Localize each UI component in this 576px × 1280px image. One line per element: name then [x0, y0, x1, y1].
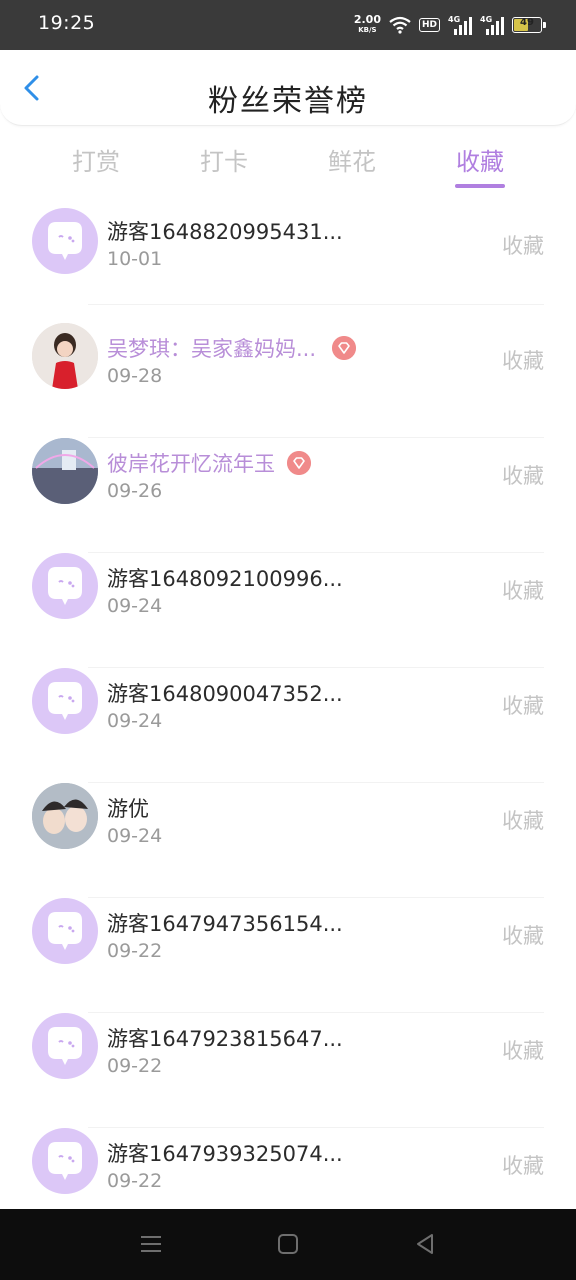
list-item[interactable]: 游优 09-24 收藏: [0, 783, 576, 898]
user-photo-icon: [32, 323, 98, 389]
chat-bubble-icon: [48, 912, 82, 950]
chat-bubble-icon: [48, 222, 82, 260]
list-item[interactable]: 游客1648820995431... 10-01 收藏: [0, 208, 576, 323]
vip-diamond-icon: [332, 336, 356, 360]
list-item[interactable]: 游客1648092100996... 09-24 收藏: [0, 553, 576, 668]
home-icon[interactable]: [275, 1231, 301, 1257]
chat-bubble-icon: [48, 1142, 82, 1180]
active-tab-indicator: [455, 184, 505, 188]
user-photo-icon: [32, 783, 98, 849]
system-nav-bar: [0, 1209, 576, 1280]
action-label: 收藏: [502, 234, 544, 258]
status-icons: 2.00 KB/S HD 4G 4G 49: [354, 12, 546, 38]
vip-diamond-icon: [287, 451, 311, 475]
header: 粉丝荣誉榜: [0, 50, 576, 126]
avatar: [32, 668, 98, 734]
user-name: 游客1647923815647...: [107, 1027, 343, 1051]
date: 09-22: [107, 940, 163, 962]
date: 10-01: [107, 248, 163, 270]
hd-icon: HD: [418, 18, 440, 32]
action-label: 收藏: [502, 924, 544, 948]
user-name: 吴梦琪：吴家鑫妈妈...: [107, 337, 317, 361]
signal-icon-1: 4G: [448, 15, 472, 35]
avatar: [32, 898, 98, 964]
chat-bubble-icon: [48, 567, 82, 605]
avatar: [32, 1128, 98, 1194]
battery-level: 49: [520, 17, 534, 28]
user-name: 游客1648092100996...: [107, 567, 343, 591]
date: 09-26: [107, 480, 163, 502]
date: 09-22: [107, 1170, 163, 1192]
chat-bubble-icon: [48, 1027, 82, 1065]
menu-icon[interactable]: [138, 1231, 164, 1257]
network-speed: 2.00 KB/S: [354, 14, 381, 35]
user-photo-icon: [32, 438, 98, 504]
tab-bar: 打赏 打卡 鲜花 收藏: [0, 134, 576, 196]
signal-icon-2: 4G: [480, 15, 504, 35]
action-label: 收藏: [502, 464, 544, 488]
date: 09-24: [107, 595, 163, 617]
date: 09-24: [107, 710, 163, 732]
action-label: 收藏: [502, 694, 544, 718]
list-item[interactable]: 吴梦琪：吴家鑫妈妈... 09-28 收藏: [0, 323, 576, 438]
user-name: 彼岸花开忆流年玉: [107, 452, 275, 476]
action-label: 收藏: [502, 1154, 544, 1178]
list-item[interactable]: 游客1647947356154... 09-22 收藏: [0, 898, 576, 1013]
list-item[interactable]: 游客1647923815647... 09-22 收藏: [0, 1013, 576, 1128]
wifi-icon: [389, 16, 411, 34]
tab-checkin[interactable]: 打卡: [184, 142, 264, 177]
page-title: 粉丝荣誉榜: [208, 84, 368, 119]
action-label: 收藏: [502, 579, 544, 603]
status-bar: 19:25 2.00 KB/S HD 4G 4G 49: [0, 0, 576, 50]
date: 09-22: [107, 1055, 163, 1077]
back-icon[interactable]: [412, 1231, 438, 1257]
tab-flowers[interactable]: 鲜花: [312, 142, 392, 177]
tab-tip[interactable]: 打赏: [56, 142, 136, 177]
avatar: [32, 438, 98, 504]
action-label: 收藏: [502, 1039, 544, 1063]
date: 09-24: [107, 825, 163, 847]
avatar: [32, 323, 98, 389]
action-label: 收藏: [502, 349, 544, 373]
action-label: 收藏: [502, 809, 544, 833]
date: 09-28: [107, 365, 163, 387]
list-item[interactable]: 游客1648090047352... 09-24 收藏: [0, 668, 576, 783]
list-item[interactable]: 彼岸花开忆流年玉 09-26 收藏: [0, 438, 576, 553]
user-name: 游客1647947356154...: [107, 912, 343, 936]
user-name: 游优: [107, 797, 149, 821]
network-speed-unit: KB/S: [358, 26, 377, 34]
user-name: 游客1648090047352...: [107, 682, 343, 706]
avatar: [32, 1013, 98, 1079]
user-name: 游客1647939325074...: [107, 1142, 343, 1166]
battery-icon: 49: [512, 17, 546, 33]
user-name: 游客1648820995431...: [107, 220, 343, 244]
divider: [88, 304, 544, 305]
status-time: 19:25: [38, 12, 96, 34]
avatar: [32, 208, 98, 274]
chat-bubble-icon: [48, 682, 82, 720]
signal-type-2: 4G: [480, 15, 493, 24]
signal-type-1: 4G: [448, 15, 461, 24]
avatar: [32, 783, 98, 849]
tab-favorites[interactable]: 收藏: [440, 142, 520, 177]
avatar: [32, 553, 98, 619]
